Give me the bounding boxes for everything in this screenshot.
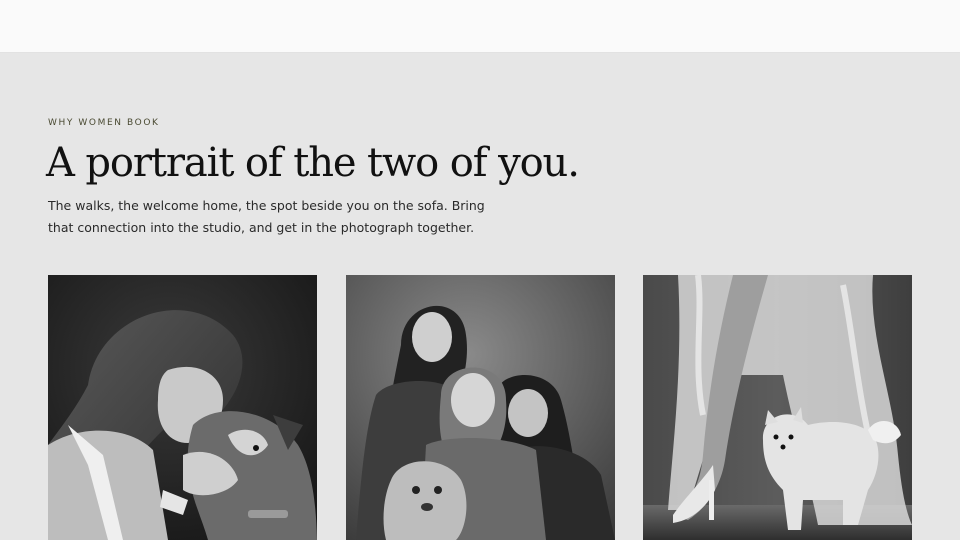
section-intro: The walks, the welcome home, the spot be… [48, 198, 485, 235]
section-eyebrow: WHY WOMEN BOOK [48, 118, 160, 128]
woman-with-dog-photo [48, 275, 317, 540]
legs-with-pomeranian-image [643, 275, 912, 540]
why-women-book-section: WHY WOMEN BOOK A portrait of the two of … [0, 53, 960, 540]
mother-daughters-dog-photo [346, 275, 615, 540]
site-header [0, 0, 960, 53]
section-headline: A portrait of the two of you. [46, 140, 580, 186]
legs-with-pomeranian-photo [643, 275, 912, 540]
woman-with-dog-image [48, 275, 317, 540]
mother-daughters-dog-image [346, 275, 615, 540]
